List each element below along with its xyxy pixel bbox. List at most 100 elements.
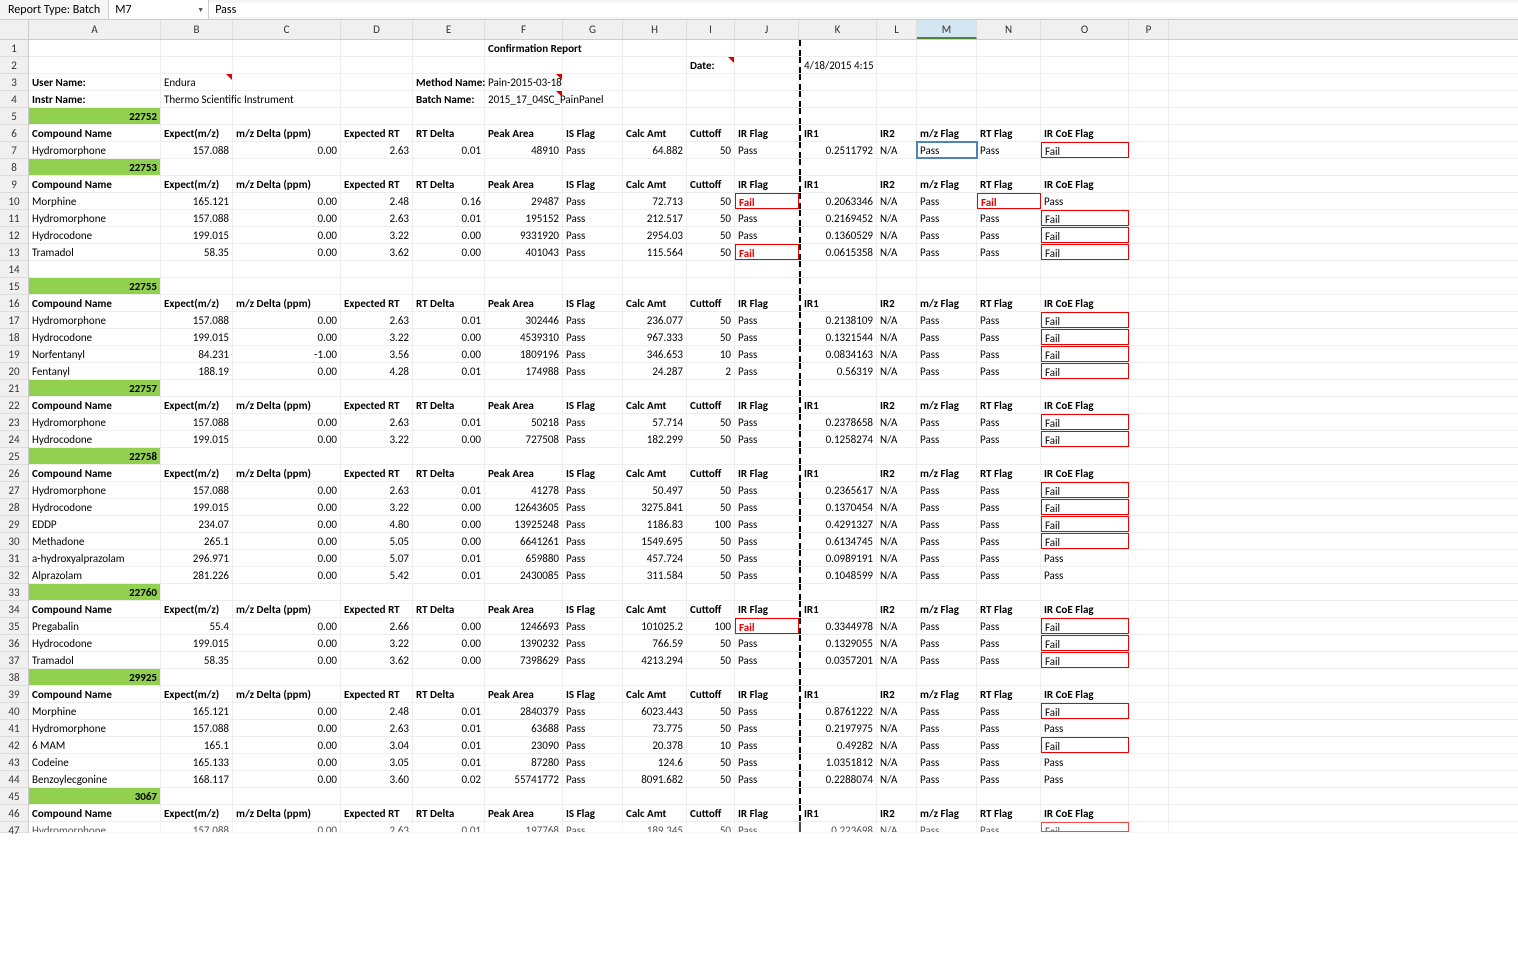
cell[interactable]: Fail (1041, 618, 1129, 634)
col-header-P[interactable]: P (1129, 20, 1169, 39)
cell[interactable]: 50218 (485, 414, 563, 430)
cell[interactable]: Date: (687, 57, 735, 73)
row-header[interactable]: 15 (0, 278, 28, 295)
row-header[interactable]: 37 (0, 652, 28, 669)
cell[interactable]: Calc Amt (623, 601, 687, 617)
cell[interactable]: 0.01 (413, 737, 485, 753)
cell[interactable]: Compound Name (29, 601, 161, 617)
cell[interactable] (623, 57, 687, 73)
cell[interactable]: N/A (877, 754, 917, 770)
cell[interactable]: Expect(m/z) (161, 805, 233, 821)
cell[interactable]: 0.2063346 (799, 193, 877, 209)
cell[interactable]: 50 (687, 550, 735, 566)
cell[interactable]: Endura (161, 74, 233, 90)
cell[interactable]: N/A (877, 516, 917, 532)
cell[interactable] (917, 584, 977, 600)
cell[interactable]: 0.2365617 (799, 482, 877, 498)
cell[interactable]: Pass (563, 227, 623, 243)
cell[interactable] (1041, 448, 1129, 464)
col-header-A[interactable]: A (29, 20, 161, 39)
cell[interactable] (563, 380, 623, 396)
cell[interactable] (1129, 74, 1169, 90)
cell[interactable]: IR Flag (735, 465, 799, 481)
cell[interactable]: Hydrocodone (29, 499, 161, 515)
cell[interactable]: Pass (735, 482, 799, 498)
cell[interactable] (1129, 516, 1169, 532)
cell[interactable]: 22758 (29, 448, 161, 464)
row-header[interactable]: 10 (0, 193, 28, 210)
cell[interactable]: 0.01 (413, 720, 485, 736)
cell[interactable]: 20.378 (623, 737, 687, 753)
cell[interactable] (1041, 278, 1129, 294)
cell[interactable]: Fail (1041, 652, 1129, 668)
cell[interactable]: Pass (977, 210, 1041, 226)
cell[interactable]: N/A (877, 244, 917, 260)
cell[interactable]: Alprazolam (29, 567, 161, 583)
cell[interactable]: 50 (687, 227, 735, 243)
cell[interactable]: Compound Name (29, 295, 161, 311)
col-header-J[interactable]: J (735, 20, 799, 39)
cell[interactable]: 0.1321544 (799, 329, 877, 345)
row-header[interactable]: 42 (0, 737, 28, 754)
cell[interactable] (877, 91, 917, 107)
cell[interactable]: 0.4291327 (799, 516, 877, 532)
cell[interactable]: Pass (977, 567, 1041, 583)
cell[interactable] (29, 40, 161, 56)
cell[interactable] (233, 91, 341, 107)
cell[interactable]: 100 (687, 516, 735, 532)
cell[interactable] (687, 261, 735, 277)
cell[interactable] (1129, 618, 1169, 634)
cell[interactable]: 3.62 (341, 652, 413, 668)
cell[interactable]: m/z Delta (ppm) (233, 125, 341, 141)
cell[interactable]: 58.35 (161, 652, 233, 668)
cell[interactable]: RT Flag (977, 805, 1041, 821)
cell[interactable]: Cuttoff (687, 805, 735, 821)
cell[interactable]: 265.1 (161, 533, 233, 549)
cell[interactable]: 0.2511792 (799, 142, 877, 158)
cell[interactable] (413, 448, 485, 464)
cell[interactable] (29, 57, 161, 73)
cell[interactable] (877, 788, 917, 804)
cell[interactable]: Pass (563, 720, 623, 736)
cell[interactable] (1129, 737, 1169, 753)
cell[interactable]: m/z Delta (ppm) (233, 465, 341, 481)
cell[interactable] (1129, 193, 1169, 209)
cell[interactable]: Fail (1041, 822, 1129, 832)
cell[interactable]: IS Flag (563, 125, 623, 141)
cell[interactable] (1041, 108, 1129, 124)
cell[interactable]: IS Flag (563, 176, 623, 192)
cell[interactable]: RT Delta (413, 295, 485, 311)
cell[interactable]: 0.1258274 (799, 431, 877, 447)
cell[interactable]: 2.63 (341, 720, 413, 736)
cell[interactable]: Codeine (29, 754, 161, 770)
cell[interactable]: m/z Flag (917, 686, 977, 702)
cell[interactable] (1041, 380, 1129, 396)
cell[interactable]: IR Flag (735, 125, 799, 141)
col-header-D[interactable]: D (341, 20, 413, 39)
cell[interactable]: Pass (563, 210, 623, 226)
cell[interactable]: N/A (877, 329, 917, 345)
cell[interactable]: Pass (917, 363, 977, 379)
cell[interactable] (563, 57, 623, 73)
row-header[interactable]: 23 (0, 414, 28, 431)
cell[interactable]: Pass (735, 499, 799, 515)
cell[interactable]: m/z Flag (917, 601, 977, 617)
cell[interactable] (735, 108, 799, 124)
cell[interactable]: Pass (563, 363, 623, 379)
cell[interactable] (623, 448, 687, 464)
col-header-E[interactable]: E (413, 20, 485, 39)
cell[interactable] (877, 108, 917, 124)
cell[interactable] (917, 57, 977, 73)
cell[interactable]: 234.07 (161, 516, 233, 532)
cell[interactable]: EDDP (29, 516, 161, 532)
cell[interactable]: 0.3344978 (799, 618, 877, 634)
cell[interactable]: 3.22 (341, 431, 413, 447)
cell[interactable]: 1246693 (485, 618, 563, 634)
cell[interactable] (161, 448, 233, 464)
cell[interactable]: Confirmation Report (485, 40, 563, 56)
cell[interactable]: IR CoE Flag (1041, 125, 1129, 141)
cell[interactable]: Pass (977, 618, 1041, 634)
cell[interactable]: 0.1360529 (799, 227, 877, 243)
cell[interactable]: Pass (563, 771, 623, 787)
cell[interactable]: N/A (877, 822, 917, 832)
